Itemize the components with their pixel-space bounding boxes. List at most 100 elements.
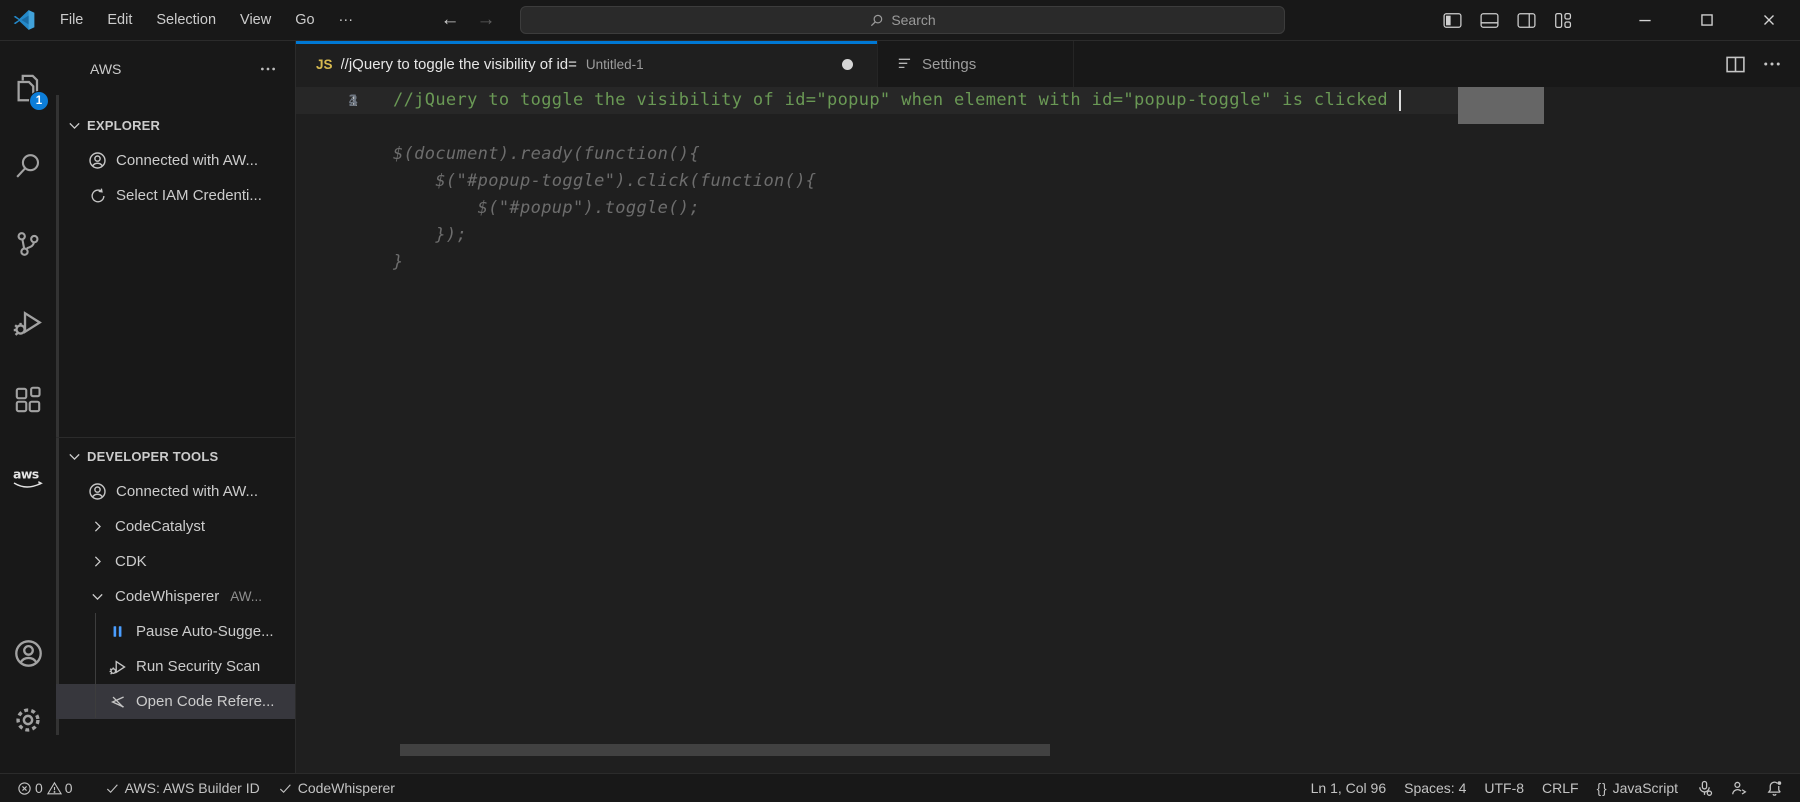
code-line[interactable] xyxy=(296,114,1800,141)
tree-item-open-code-reference-log[interactable]: Open Code Refere... xyxy=(56,684,295,719)
code-line[interactable]: 4 xyxy=(296,87,1800,114)
run-debug-icon xyxy=(13,307,44,338)
chevron-right-icon xyxy=(88,553,106,570)
window-close-button[interactable] xyxy=(1738,0,1800,40)
activity-item-manage-settings[interactable] xyxy=(0,689,56,751)
tree-indent-guide xyxy=(95,613,96,718)
minimap-slider[interactable] xyxy=(1458,87,1544,124)
tree-item-codewhisperer[interactable]: CodeWhisperer AW... xyxy=(56,579,295,614)
activity-item-search[interactable] xyxy=(0,127,56,205)
section-header[interactable]: DEVELOPER TOOLS xyxy=(56,438,295,474)
code-line[interactable]: }); xyxy=(296,222,1800,249)
tree-item-devtools-connected[interactable]: Connected with AW... xyxy=(56,474,295,509)
code-text: }); xyxy=(358,222,467,249)
activity-bar: 1 aws xyxy=(0,41,56,773)
tree-item-run-security-scan[interactable]: Run Security Scan xyxy=(56,649,295,684)
status-indentation[interactable]: Spaces: 4 xyxy=(1395,774,1475,802)
section-header[interactable]: EXPLORER xyxy=(56,107,295,143)
activity-item-source-control[interactable] xyxy=(0,205,56,283)
sidebar-section-developer-tools: DEVELOPER TOOLS Connected with AW... CodeC… xyxy=(56,437,295,719)
status-feedback[interactable] xyxy=(1722,774,1757,802)
code-line[interactable]: } xyxy=(296,249,1800,276)
line-number xyxy=(296,195,358,222)
tree-item-description: AW... xyxy=(230,589,262,604)
toggle-panel-button[interactable] xyxy=(1471,0,1508,40)
status-end-of-line[interactable]: CRLF xyxy=(1533,774,1588,802)
window-minimize-button[interactable] xyxy=(1614,0,1676,40)
vscode-logo-icon xyxy=(13,9,35,31)
layout-sidebar-right-icon xyxy=(1516,10,1537,31)
tab-settings[interactable]: Settings xyxy=(878,41,1074,87)
status-encoding[interactable]: UTF-8 xyxy=(1475,774,1533,802)
status-aws-connection[interactable]: AWS: AWS Builder ID xyxy=(96,774,269,802)
tree-item-label: CDK xyxy=(115,553,147,570)
status-problems[interactable]: 00 xyxy=(8,774,82,802)
menu-go[interactable]: Go xyxy=(283,6,326,34)
chevron-down-icon xyxy=(66,448,83,465)
status-label: UTF-8 xyxy=(1484,780,1524,796)
toggle-secondary-sidebar-button[interactable] xyxy=(1508,0,1545,40)
aws-icon: aws xyxy=(10,465,46,492)
activity-item-extensions[interactable] xyxy=(0,361,56,439)
sidebar-aws: AWS EXPLORERConnected with AW...Select I… xyxy=(56,41,296,773)
tree-item-label: Connected with AW... xyxy=(116,483,258,500)
activity-item-accounts[interactable] xyxy=(0,622,56,684)
code-text: $("#popup").toggle(); xyxy=(358,195,700,222)
security-scan-icon xyxy=(108,658,127,676)
activity-item-run-and-debug[interactable] xyxy=(0,283,56,361)
pause-icon xyxy=(108,624,127,639)
modified-indicator[interactable] xyxy=(842,59,853,70)
tree-item-label: Select IAM Credenti... xyxy=(116,187,262,204)
close-icon xyxy=(1760,11,1778,29)
more-actions-icon[interactable] xyxy=(259,60,277,78)
sidebar-section-explorer: EXPLORERConnected with AW... Select IAM C… xyxy=(56,107,295,213)
more-actions-button[interactable] xyxy=(1762,54,1782,74)
status-label: Spaces: 4 xyxy=(1404,780,1466,796)
tree-item-label: CodeWhisperer xyxy=(115,588,219,605)
status-codewhisperer-status[interactable]: CodeWhisperer xyxy=(269,774,404,802)
tree-item-cdk[interactable]: CDK xyxy=(56,544,295,579)
go-forward-button[interactable]: → xyxy=(474,9,498,31)
search-input[interactable]: Search xyxy=(520,6,1285,34)
toggle-primary-sidebar-button[interactable] xyxy=(1434,0,1471,40)
menu-edit[interactable]: Edit xyxy=(95,6,144,34)
tree-item-label: CodeCatalyst xyxy=(115,518,205,535)
tab-untitled-1[interactable]: JS//jQuery to toggle the visibility of i… xyxy=(296,41,878,87)
tree-item-explorer-connected[interactable]: Connected with AW... xyxy=(56,143,295,178)
menu-file[interactable]: File xyxy=(48,6,95,34)
horizontal-scrollbar[interactable] xyxy=(400,744,1050,756)
tree-item-codecatalyst[interactable]: CodeCatalyst xyxy=(56,509,295,544)
code-line[interactable]: $("#popup").toggle(); xyxy=(296,195,1800,222)
menu-view[interactable]: View xyxy=(228,6,283,34)
customize-layout-button[interactable] xyxy=(1545,0,1582,40)
bell-dot-icon xyxy=(1766,780,1783,797)
code-line[interactable]: $(document).ready(function(){ xyxy=(296,141,1800,168)
status-cursor-position[interactable]: Ln 1, Col 96 xyxy=(1302,774,1396,802)
code-text: $("#popup-toggle").click(function(){ xyxy=(358,168,816,195)
menu-selection[interactable]: Selection xyxy=(144,6,228,34)
source-control-icon xyxy=(14,230,42,258)
line-number: 4 xyxy=(296,87,358,114)
menu-more[interactable]: ··· xyxy=(327,6,366,34)
code-text: $(document).ready(function(){ xyxy=(358,141,700,168)
status-language-mode[interactable]: {}JavaScript xyxy=(1588,774,1687,802)
code-editor[interactable]: 1//jQuery to toggle the visibility of id… xyxy=(296,87,1800,773)
extensions-icon xyxy=(14,386,42,414)
line-number xyxy=(296,249,358,276)
code-line[interactable]: $("#popup-toggle").click(function(){ xyxy=(296,168,1800,195)
go-back-button[interactable]: ← xyxy=(438,9,462,31)
status-voice[interactable] xyxy=(1687,774,1722,802)
settings-gear-icon xyxy=(13,705,43,735)
tab-label: Settings xyxy=(922,56,976,73)
split-editor-button[interactable] xyxy=(1725,54,1746,75)
tree-item-select-iam-credentials[interactable]: Select IAM Credenti... xyxy=(56,178,295,213)
vscode-window: FileEditSelectionViewGo··· ← → Search 1 a… xyxy=(0,0,1800,802)
account-icon xyxy=(88,476,107,507)
window-maximize-button[interactable] xyxy=(1676,0,1738,40)
chevron-right-icon xyxy=(88,518,106,535)
tree-item-pause-auto-suggestions[interactable]: Pause Auto-Sugge... xyxy=(56,614,295,649)
activity-item-explorer[interactable]: 1 xyxy=(0,49,56,127)
status-notifications[interactable] xyxy=(1757,774,1792,802)
activity-item-aws[interactable]: aws xyxy=(0,439,56,517)
tree-item-label: Open Code Refere... xyxy=(136,693,274,710)
